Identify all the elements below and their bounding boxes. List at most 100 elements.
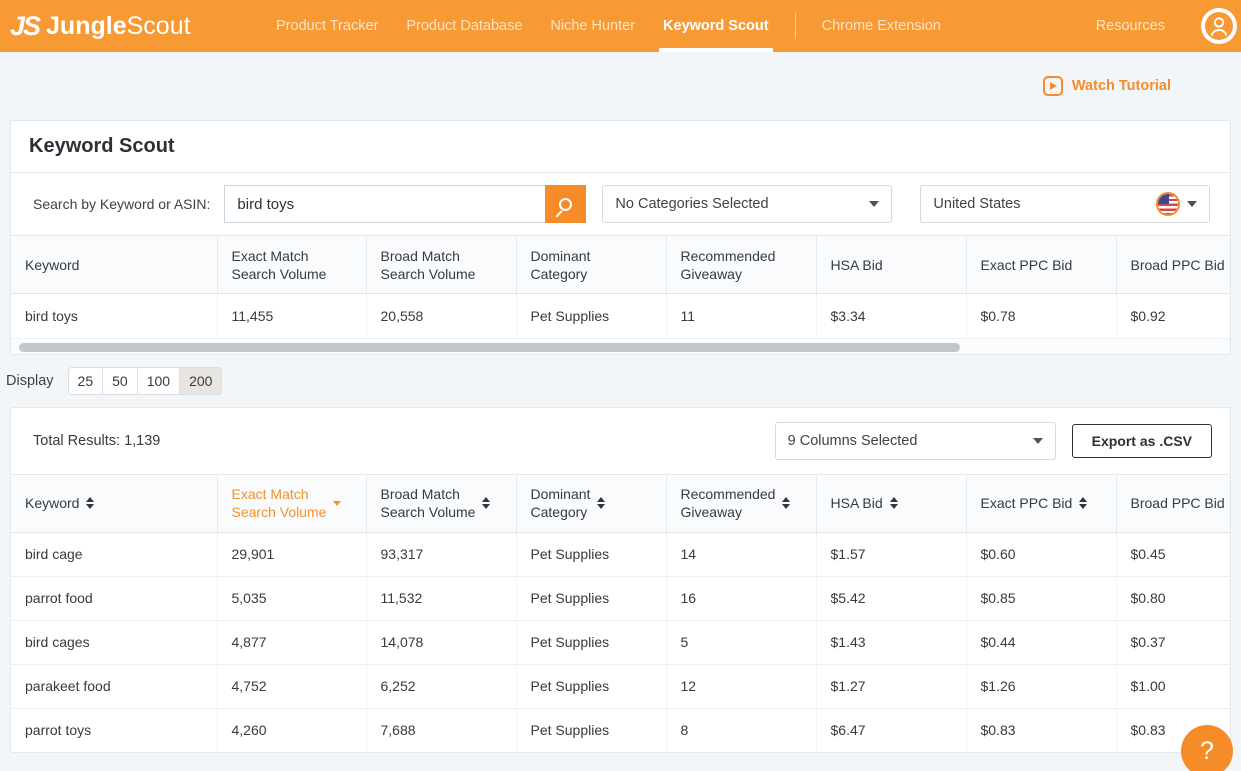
summary-col-recommended-giveaway: Recommended Giveaway: [666, 235, 817, 294]
summary-table-header-row: Keyword Exact Match Search Volume Broad …: [11, 235, 1230, 294]
columns-dropdown-value: 9 Columns Selected: [787, 432, 918, 449]
top-navigation-bar: JS JungleScout Product Tracker Product D…: [0, 0, 1241, 52]
summary-col-broad-ppc-bid: Broad PPC Bid: [1116, 235, 1230, 294]
results-cell-dominant-category: Pet Supplies: [516, 620, 667, 665]
results-col-recommended-giveaway[interactable]: Recommended Giveaway: [666, 473, 817, 533]
summary-table-scroll: Keyword Exact Match Search Volume Broad …: [11, 235, 1230, 338]
results-col-exact-match-search-volume[interactable]: Exact Match Search Volume: [217, 473, 367, 533]
display-row: Display 25 50 100 200: [0, 355, 1241, 407]
nav-item-keyword-scout[interactable]: Keyword Scout: [649, 0, 783, 52]
watch-tutorial-button[interactable]: Watch Tutorial: [1042, 76, 1171, 96]
results-col-dominant-category[interactable]: Dominant Category: [516, 473, 667, 533]
search-button[interactable]: [545, 185, 587, 223]
table-row: parrot toys 4,260 7,688 Pet Supplies 8 $…: [11, 708, 1230, 752]
play-icon: [1042, 76, 1063, 96]
summary-cell-exact-match: 11,455: [217, 293, 367, 338]
results-col-broad-match-search-volume[interactable]: Broad Match Search Volume: [366, 473, 517, 533]
results-cell-exact-match: 4,752: [217, 664, 367, 709]
results-col-hsa-bid-label: HSA Bid: [830, 495, 883, 511]
sort-icon[interactable]: [889, 497, 898, 509]
summary-cell-recommended-giveaway: 11: [666, 293, 817, 338]
horizontal-scrollbar[interactable]: [11, 337, 1230, 354]
results-cell-recommended-giveaway: 5: [666, 620, 817, 665]
results-header: Total Results: 1,139 9 Columns Selected …: [11, 408, 1230, 474]
results-cell-exact-ppc-bid: $0.44: [966, 620, 1117, 665]
results-cell-broad-ppc-bid: $0.80: [1116, 576, 1230, 621]
summary-col-exact-ppc-bid-label: Exact PPC Bid: [980, 256, 1073, 273]
results-table-header-row: Keyword Exact Match Search Volume Broad …: [11, 473, 1230, 533]
horizontal-scrollbar-thumb[interactable]: [19, 342, 960, 352]
results-cell-exact-ppc-bid: $0.85: [966, 576, 1117, 621]
watch-tutorial-label: Watch Tutorial: [1071, 78, 1171, 94]
summary-cell-keyword[interactable]: bird toys: [11, 293, 218, 338]
results-cell-dominant-category: Pet Supplies: [516, 576, 667, 621]
search-input[interactable]: [224, 185, 546, 223]
help-button[interactable]: ?: [1181, 725, 1233, 771]
results-col-keyword[interactable]: Keyword: [11, 473, 218, 533]
results-col-recommended-giveaway-label: Recommended Giveaway: [680, 486, 776, 520]
summary-col-dominant-category: Dominant Category: [516, 235, 667, 294]
nav-item-chrome-extension[interactable]: Chrome Extension: [808, 0, 955, 52]
display-option-100[interactable]: 100: [137, 367, 181, 394]
results-table-scroll: Keyword Exact Match Search Volume Broad …: [11, 473, 1230, 752]
nav-item-product-database[interactable]: Product Database: [392, 0, 536, 52]
brand-name-light: Scout: [126, 11, 191, 40]
results-col-exact-match-label: Exact Match Search Volume: [231, 486, 327, 520]
table-row: parrot food 5,035 11,532 Pet Supplies 16…: [11, 576, 1230, 621]
results-col-broad-ppc-bid[interactable]: Broad PPC Bid: [1116, 473, 1230, 533]
nav-item-niche-hunter[interactable]: Niche Hunter: [536, 0, 649, 52]
summary-col-keyword: Keyword: [11, 235, 218, 294]
tutorial-bar: Watch Tutorial: [0, 52, 1241, 120]
categories-dropdown[interactable]: No Categories Selected: [602, 185, 893, 223]
results-cell-keyword[interactable]: parrot toys: [11, 708, 218, 752]
sort-icon[interactable]: [86, 497, 95, 509]
sort-descending-icon[interactable]: [333, 500, 342, 506]
page-title: Keyword Scout: [29, 135, 175, 157]
results-cell-hsa-bid: $6.47: [816, 708, 967, 752]
brand-name: JungleScout: [46, 11, 191, 40]
results-cell-keyword[interactable]: bird cages: [11, 620, 218, 665]
summary-col-exact-match-label: Exact Match Search Volume: [231, 247, 327, 282]
results-cell-dominant-category: Pet Supplies: [516, 708, 667, 752]
summary-cell-broad-ppc-bid: $0.92: [1116, 293, 1230, 338]
results-cell-broad-match: 93,317: [366, 532, 517, 577]
search-field-group: [224, 185, 587, 223]
results-col-broad-match-label: Broad Match Search Volume: [380, 486, 476, 520]
columns-dropdown[interactable]: 9 Columns Selected: [774, 421, 1056, 460]
table-row: bird cages 4,877 14,078 Pet Supplies 5 $…: [11, 620, 1230, 665]
sort-icon[interactable]: [482, 497, 491, 509]
card-title-row: Keyword Scout: [11, 121, 1230, 173]
results-cell-exact-match: 4,877: [217, 620, 367, 665]
secondary-nav: Resources: [1082, 0, 1179, 52]
sort-icon[interactable]: [597, 497, 606, 509]
results-cell-keyword[interactable]: parakeet food: [11, 664, 218, 709]
results-col-hsa-bid[interactable]: HSA Bid: [816, 473, 967, 533]
results-col-exact-ppc-bid[interactable]: Exact PPC Bid: [966, 473, 1117, 533]
search-label: Search by Keyword or ASIN:: [33, 196, 211, 212]
display-option-200[interactable]: 200: [180, 367, 222, 394]
display-option-25[interactable]: 25: [68, 367, 104, 394]
export-csv-button[interactable]: Export as .CSV: [1071, 423, 1212, 458]
summary-col-broad-match-search-volume: Broad Match Search Volume: [366, 235, 517, 294]
results-cell-broad-match: 6,252: [366, 664, 517, 709]
results-cell-hsa-bid: $1.43: [816, 620, 967, 665]
sort-icon[interactable]: [782, 497, 791, 509]
results-col-broad-ppc-bid-label: Broad PPC Bid: [1130, 495, 1225, 511]
results-card: Total Results: 1,139 9 Columns Selected …: [10, 406, 1231, 753]
primary-nav: Product Tracker Product Database Niche H…: [262, 0, 955, 52]
results-cell-broad-match: 11,532: [366, 576, 517, 621]
results-cell-keyword[interactable]: bird cage: [11, 532, 218, 577]
brand-name-bold: Jungle: [46, 11, 127, 40]
summary-col-broad-match-label: Broad Match Search Volume: [380, 247, 476, 282]
display-option-50[interactable]: 50: [103, 367, 138, 394]
sort-icon[interactable]: [1079, 497, 1088, 509]
question-mark-icon: ?: [1200, 736, 1214, 765]
nav-item-resources[interactable]: Resources: [1082, 0, 1179, 52]
results-cell-keyword[interactable]: parrot food: [11, 576, 218, 621]
nav-item-product-tracker[interactable]: Product Tracker: [262, 0, 392, 52]
brand-logo[interactable]: JS JungleScout: [10, 0, 191, 52]
avatar[interactable]: [1201, 8, 1237, 44]
total-results-label: Total Results: 1,139: [33, 432, 161, 449]
country-dropdown[interactable]: United States: [920, 185, 1211, 223]
results-cell-hsa-bid: $1.27: [816, 664, 967, 709]
